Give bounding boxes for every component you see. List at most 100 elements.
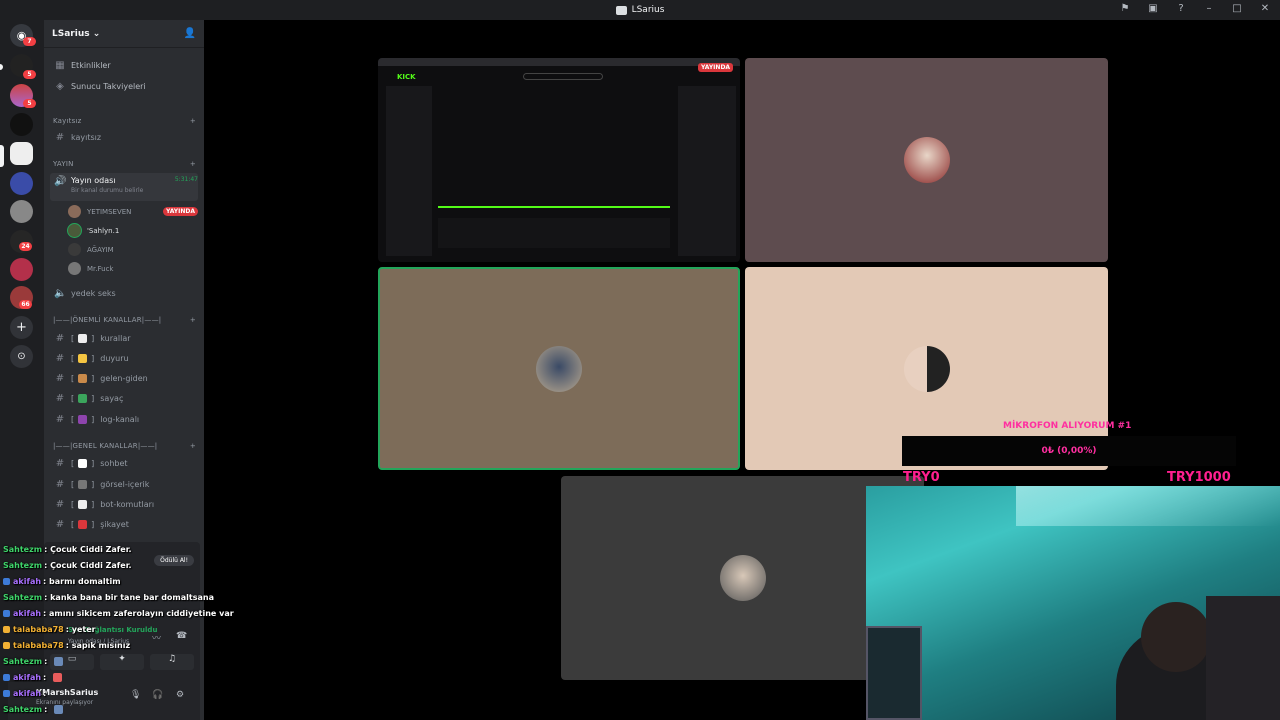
category-yayin[interactable]: YAYIN + xyxy=(53,158,196,170)
hash-icon: # xyxy=(55,372,65,384)
add-channel-icon[interactable]: + xyxy=(190,117,196,125)
server-icon-6[interactable] xyxy=(10,200,33,223)
server-header[interactable]: LSarius ⌄ 👤 xyxy=(44,20,204,48)
hash-icon: # xyxy=(55,413,65,425)
hash-icon: # xyxy=(55,498,65,510)
voice-channel-yayin[interactable]: 🔊 Yayın odası 5:31:47 Bir kanal durumu be… xyxy=(50,173,198,201)
channel-sayac[interactable]: #[] sayaç xyxy=(50,389,198,407)
chat-message: Sahtezm: Çocuk Ciddi Zafer. xyxy=(3,545,132,554)
participant-tile-speaking[interactable] xyxy=(378,267,740,470)
discord-app: LSarius ⚑ ▣ ? – □ ✕ ◉ 7 5 5 24 66 + ⊙ LS… xyxy=(0,0,1280,720)
boosts-item[interactable]: ◈ Sunucu Takviyeleri xyxy=(50,77,198,95)
title-bar: LSarius ⚑ ▣ ? – □ ✕ xyxy=(0,0,1280,20)
channel-sikayet[interactable]: #[] şikayet xyxy=(50,515,198,533)
voice-user[interactable]: YETIMSEVEN YAYINDA xyxy=(68,203,198,220)
voice-user[interactable]: Mr.Fuck xyxy=(68,260,198,277)
events-item[interactable]: ▦ Etkinlikler xyxy=(50,56,198,74)
screen-icon[interactable]: ▣ xyxy=(1146,3,1160,14)
reward-button[interactable]: Ödülü Al! xyxy=(154,555,194,566)
close-button[interactable]: ✕ xyxy=(1258,3,1272,14)
channel-kurallar[interactable]: #[] kurallar xyxy=(50,329,198,347)
add-channel-icon[interactable]: + xyxy=(190,316,196,324)
mic-goal-bar: 0₺ (0,00%) xyxy=(902,436,1236,466)
voice-channel-yedek[interactable]: 🔈 yedek seks xyxy=(50,284,198,302)
channel-sohbet[interactable]: #[] sohbet xyxy=(50,454,198,472)
channel-bot-komutlari[interactable]: #[] bot-komutları xyxy=(50,495,198,513)
chat-message: Sahtezm: Çocuk Ciddi Zafer. xyxy=(3,561,132,570)
participant-tile[interactable] xyxy=(745,58,1108,262)
voice-user[interactable]: 'Sahlyn.1 xyxy=(68,222,198,239)
chat-message: akifah: amını sikicem zaferolayın ciddiy… xyxy=(3,609,234,618)
channel-kayitsiz[interactable]: # kayıtsız xyxy=(50,128,198,146)
server-icon-lsarius[interactable] xyxy=(10,142,33,165)
disconnect-icon[interactable]: ☎ xyxy=(176,631,187,641)
server-badge-9: 66 xyxy=(19,300,32,309)
hash-icon: # xyxy=(55,332,65,344)
platform-icon xyxy=(3,578,10,585)
noise-suppression-icon[interactable]: 〰 xyxy=(152,631,161,644)
chat-message: akifah: barmı domaltim xyxy=(3,577,121,586)
avatar xyxy=(68,205,81,218)
add-server-icon[interactable]: + xyxy=(10,316,33,339)
emote-icon xyxy=(53,673,63,682)
discover-icon[interactable]: ⊙ xyxy=(10,345,33,368)
window-title-text: LSarius xyxy=(631,5,665,15)
kick-logo: KICK xyxy=(397,73,416,81)
activities-button[interactable]: ✦ xyxy=(100,654,144,670)
chat-message: talababa78: sapık mısınız xyxy=(3,641,130,650)
chat-message: Sahtezm: kanka bana bir tane bar domalts… xyxy=(3,593,214,602)
goal-max-label: TRY1000 xyxy=(1167,470,1231,485)
webcam-overlay xyxy=(866,486,1280,720)
help-icon[interactable]: ? xyxy=(1174,3,1188,14)
check-emoji-icon xyxy=(78,393,88,403)
channel-status[interactable]: Bir kanal durumu belirle xyxy=(71,187,198,194)
emote-icon xyxy=(54,657,64,666)
window-title: LSarius xyxy=(615,5,665,15)
inbox-flag-icon[interactable]: ⚑ xyxy=(1118,3,1132,14)
channel-gelen-giden[interactable]: #[] gelen-giden xyxy=(50,369,198,387)
chat-message: akifah: xyxy=(3,673,66,682)
microphone-icon[interactable]: 🎙 xyxy=(130,690,141,700)
category-kayitsiz[interactable]: Kayıtsız + xyxy=(53,115,196,127)
avatar xyxy=(903,345,950,392)
voice-channel-icon: 🔊 xyxy=(54,176,67,187)
platform-icon xyxy=(3,610,10,617)
add-channel-icon[interactable]: + xyxy=(190,442,196,450)
goal-min-label: TRY0 xyxy=(903,470,940,485)
live-badge: YAYINDA xyxy=(698,63,734,72)
chat-message: talababa78: yeter xyxy=(3,625,96,634)
calendar-icon: ▦ xyxy=(55,59,65,71)
platform-icon xyxy=(3,674,10,681)
invite-people-icon[interactable]: 👤 xyxy=(184,28,196,39)
screen-share-tile[interactable]: KICK YAYINDA xyxy=(378,58,740,262)
server-icon-5[interactable] xyxy=(10,172,33,195)
category-onemli[interactable]: |——|ÖNEMLİ KANALLAR|——| + xyxy=(53,314,196,326)
hash-icon: # xyxy=(55,131,65,143)
category-genel[interactable]: |——|GENEL KANALLAR|——| + xyxy=(53,440,196,452)
soundboard-button[interactable]: ♫ xyxy=(150,654,194,670)
film-emoji-icon xyxy=(78,479,88,489)
hash-icon: # xyxy=(55,478,65,490)
server-name: LSarius xyxy=(52,28,90,39)
server-icon-3[interactable] xyxy=(10,113,33,136)
minimize-button[interactable]: – xyxy=(1202,3,1216,14)
server-badge-1: 5 xyxy=(23,70,36,79)
door-emoji-icon xyxy=(78,373,88,383)
settings-gear-icon[interactable]: ⚙ xyxy=(176,690,184,700)
channel-duyuru[interactable]: #[] duyuru xyxy=(50,349,198,367)
discord-app-icon xyxy=(615,5,627,15)
voice-timer: 5:31:47 xyxy=(174,176,198,183)
avatar xyxy=(903,137,950,183)
maximize-button[interactable]: □ xyxy=(1230,3,1244,14)
channel-log-kanali[interactable]: #[] log-kanalı xyxy=(50,410,198,428)
add-channel-icon[interactable]: + xyxy=(190,160,196,168)
server-badge-2: 5 xyxy=(23,99,36,108)
headphones-icon[interactable]: 🎧 xyxy=(152,690,163,700)
channel-gorsel-icerik[interactable]: #[] görsel-içerik xyxy=(50,475,198,493)
server-icon-8[interactable] xyxy=(10,258,33,281)
hash-icon: # xyxy=(55,457,65,469)
platform-icon xyxy=(3,690,10,697)
hash-icon: # xyxy=(55,392,65,404)
voice-user[interactable]: AĞAYIM xyxy=(68,241,198,258)
bell-emoji-icon xyxy=(78,353,88,363)
